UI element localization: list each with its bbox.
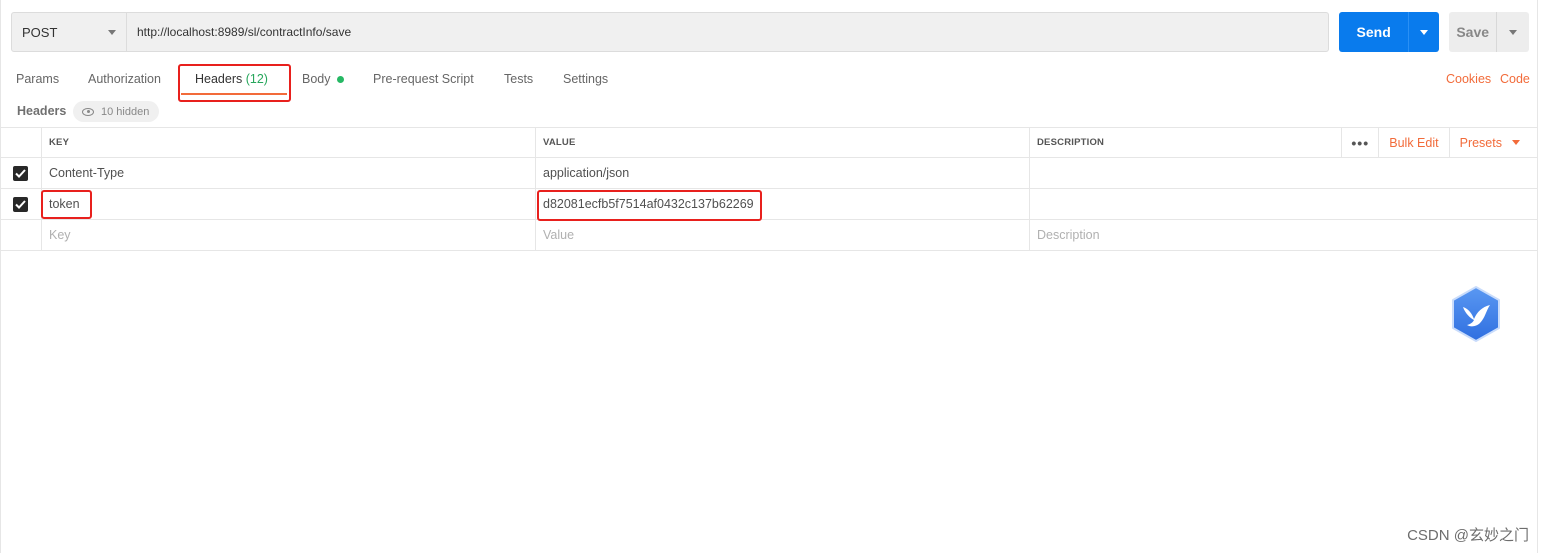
presets-dropdown[interactable]: Presets	[1448, 128, 1538, 157]
header-check-cell	[0, 128, 42, 157]
method-label: POST	[22, 24, 58, 40]
table-row-new: Key Value Description	[0, 220, 1538, 251]
row-checkbox[interactable]	[13, 165, 28, 181]
send-options-button[interactable]	[1408, 12, 1439, 52]
more-options-icon[interactable]: •••	[1341, 128, 1378, 157]
headers-table: KEY VALUE DESCRIPTION ••• Bulk Edit Pres…	[0, 127, 1538, 251]
tab-settings[interactable]: Settings	[563, 72, 608, 86]
chevron-down-icon	[1512, 140, 1520, 145]
tab-label: Tests	[504, 72, 534, 86]
row-checkbox[interactable]	[13, 196, 28, 212]
bulk-edit-link[interactable]: Bulk Edit	[1378, 128, 1448, 157]
send-button-group: Send	[1339, 12, 1439, 52]
new-value-input[interactable]: Value	[536, 220, 1030, 250]
tab-label: Pre-request Script	[373, 72, 474, 86]
table-row: Content-Type application/json	[0, 158, 1538, 189]
headers-section-title: Headers	[17, 104, 67, 118]
header-key-field[interactable]: Content-Type	[42, 158, 536, 188]
cookies-link[interactable]: Cookies	[1446, 72, 1491, 86]
table-actions: ••• Bulk Edit Presets	[1341, 128, 1538, 157]
column-header-key: KEY	[42, 128, 536, 157]
table-row: token d82081ecfb5f7514af0432c137b62269	[0, 189, 1538, 220]
tab-label: Params	[16, 72, 60, 86]
header-key-field[interactable]: token	[42, 189, 536, 219]
tab-label: Headers	[195, 72, 243, 86]
column-header-value: VALUE	[536, 128, 1030, 157]
header-description-field[interactable]	[1030, 158, 1538, 188]
watermark: CSDN @玄妙之门	[1407, 527, 1529, 544]
send-button[interactable]: Send	[1339, 12, 1408, 52]
tab-authorization[interactable]: Authorization	[88, 72, 161, 86]
checkmark-icon	[15, 168, 26, 178]
row-check-cell	[0, 158, 42, 188]
table-header-row: KEY VALUE DESCRIPTION ••• Bulk Edit Pres…	[0, 127, 1538, 158]
header-value-field[interactable]: application/json	[536, 158, 1030, 188]
row-check-cell	[0, 220, 42, 250]
save-button-group: Save	[1449, 12, 1529, 52]
url-input[interactable]: http://localhost:8989/sl/contractInfo/sa…	[127, 13, 1328, 51]
tab-count: (12)	[245, 72, 268, 86]
tab-pre-request-script[interactable]: Pre-request Script	[373, 72, 474, 86]
hidden-headers-toggle[interactable]: 10 hidden	[73, 101, 160, 122]
request-tabs: Params Authorization Headers (12) Body P…	[0, 64, 1538, 96]
header-value-field[interactable]: d82081ecfb5f7514af0432c137b62269	[536, 189, 1030, 219]
chevron-down-icon	[1509, 29, 1518, 35]
save-button[interactable]: Save	[1449, 12, 1496, 52]
header-description-field[interactable]	[1030, 189, 1538, 219]
tab-params[interactable]: Params	[16, 72, 59, 86]
tab-label: Settings	[563, 72, 609, 86]
request-bar: POST http://localhost:8989/sl/contractIn…	[11, 12, 1329, 52]
content-dot-icon	[336, 76, 344, 84]
tab-headers[interactable]: Headers (12)	[195, 72, 268, 86]
tab-label: Authorization	[88, 72, 161, 86]
method-select[interactable]: POST	[12, 13, 127, 51]
bird-logo-icon[interactable]	[1449, 285, 1503, 343]
hidden-count-label: 10 hidden	[101, 105, 150, 118]
chevron-down-icon	[108, 29, 116, 35]
chevron-down-icon	[1420, 29, 1429, 35]
tab-tests[interactable]: Tests	[504, 72, 533, 86]
row-check-cell	[0, 189, 42, 219]
active-tab-indicator	[181, 93, 287, 95]
eye-icon	[82, 107, 94, 116]
tab-label: Body	[302, 72, 331, 86]
new-key-input[interactable]: Key	[42, 220, 536, 250]
presets-label: Presets	[1459, 135, 1502, 150]
tab-body[interactable]: Body	[302, 72, 344, 86]
checkmark-icon	[15, 199, 26, 209]
new-description-input[interactable]: Description	[1030, 220, 1538, 250]
save-options-button[interactable]	[1496, 12, 1529, 52]
code-link[interactable]: Code	[1500, 72, 1530, 86]
